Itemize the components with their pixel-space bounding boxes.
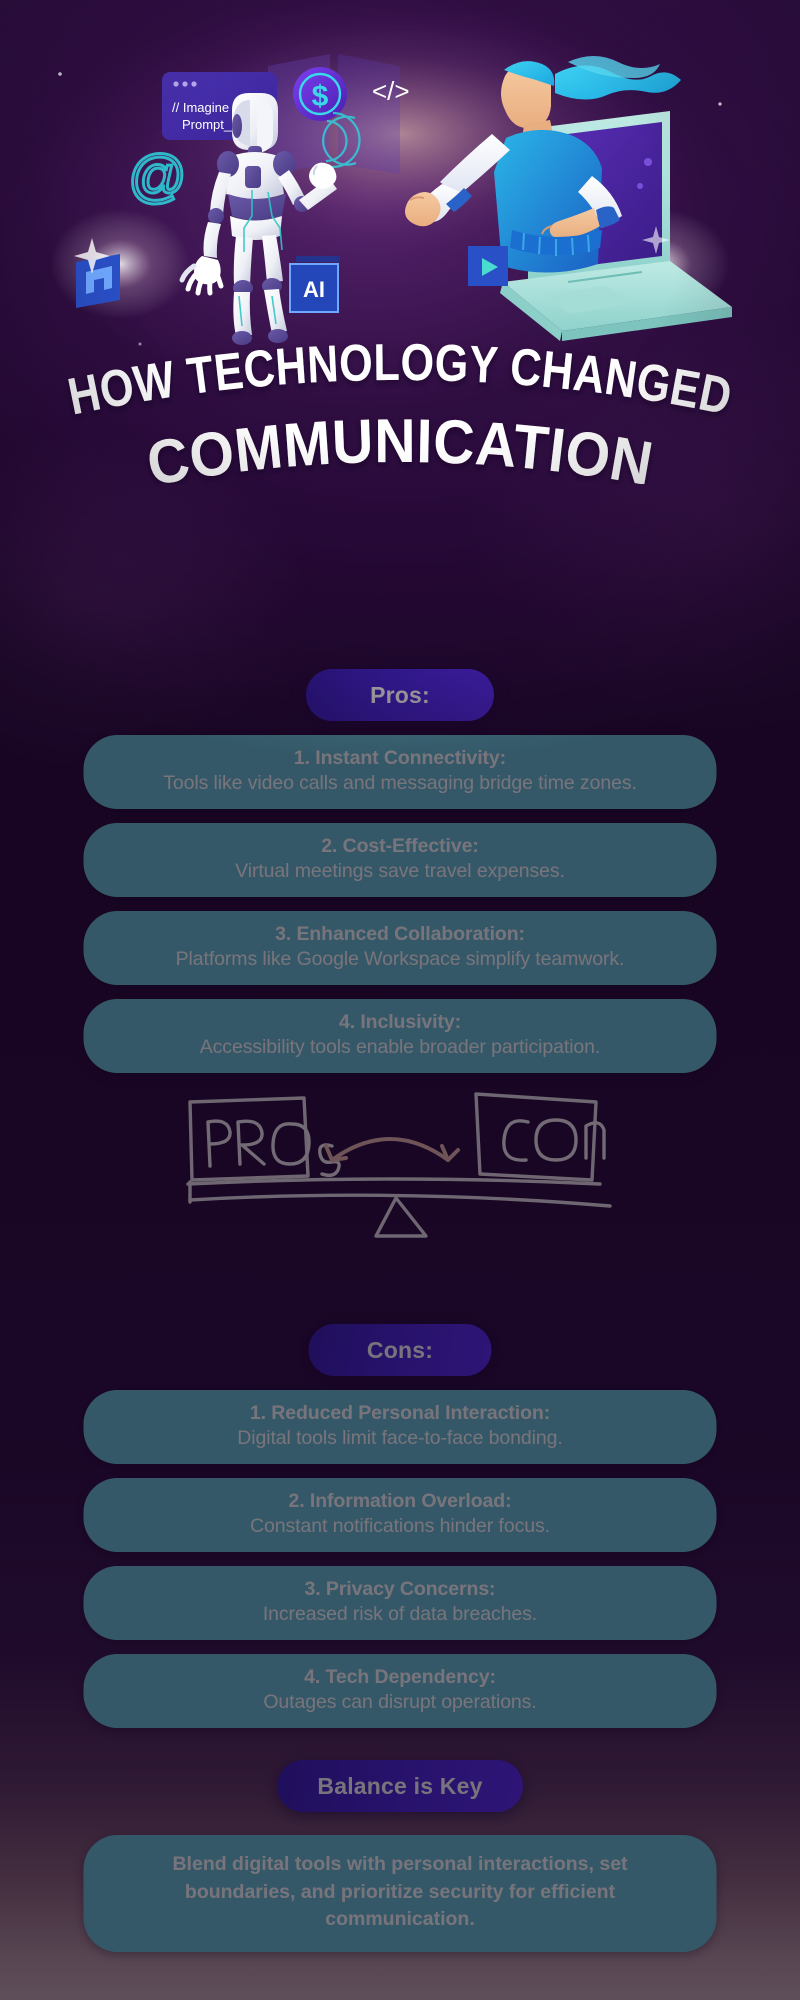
cons-card-3-title: 3. Privacy Concerns:	[304, 1578, 496, 1600]
conclusion-badge-label: Balance is Key	[317, 1772, 483, 1799]
cons-card-1-title: 1. Reduced Personal Interaction:	[249, 1402, 551, 1424]
pros-card-1: 1. Instant Connectivity: Tools like vide…	[83, 735, 717, 810]
pros-badge-label: Pros:	[370, 681, 430, 708]
scale-left-label	[206, 1119, 341, 1178]
pros-card-1-title: 1. Instant Connectivity:	[293, 747, 507, 769]
pros-card-4-desc: Accessibility tools enable broader parti…	[199, 1035, 601, 1058]
svg-text:Prompt__: Prompt__	[182, 117, 239, 132]
pros-card-3-title: 3. Enhanced Collaboration:	[275, 923, 525, 945]
pros-card-2: 2. Cost-Effective: Virtual meetings save…	[83, 823, 717, 898]
title-line-2: COMMUNICATION	[142, 407, 658, 484]
cons-card-3: 3. Privacy Concerns: Increased risk of d…	[83, 1566, 717, 1641]
exchange-arrow-icon	[324, 1137, 460, 1162]
infographic-poster: // Imagine Prompt__ @ $ </> AI HOW TECHN…	[0, 0, 800, 2000]
pros-card-1-desc: Tools like video calls and messaging bri…	[163, 771, 637, 794]
cons-card-4-title: 4. Tech Dependency:	[304, 1666, 496, 1688]
cons-card-1-desc: Digital tools limit face-to-face bonding…	[237, 1426, 563, 1449]
pros-card-2-title: 2. Cost-Effective:	[321, 835, 479, 857]
cons-card-2-title: 2. Information Overload:	[288, 1490, 512, 1512]
cons-card-3-desc: Increased risk of data breaches.	[262, 1602, 538, 1625]
scale-right-label	[502, 1118, 606, 1162]
code-brackets-icon: </>	[372, 76, 410, 106]
page-title: HOW TECHNOLOGY CHANGED COMMUNICATION	[0, 334, 800, 484]
svg-text:COMMUNICATION: COMMUNICATION	[142, 407, 658, 484]
conclusion-text: Blend digital tools with personal intera…	[172, 1853, 628, 1931]
play-tile-icon	[468, 246, 508, 286]
cons-card-4-desc: Outages can disrupt operations.	[263, 1690, 537, 1713]
conclusion-card: Blend digital tools with personal intera…	[83, 1835, 717, 1953]
cons-badge-label: Cons:	[366, 1336, 434, 1363]
conclusion-badge: Balance is Key	[277, 1760, 523, 1812]
pros-card-3: 3. Enhanced Collaboration: Platforms lik…	[83, 911, 717, 986]
svg-text:$: $	[312, 80, 329, 113]
svg-text:</>: </>	[372, 76, 410, 106]
pros-badge: Pros:	[306, 669, 494, 721]
cons-card-2: 2. Information Overload: Constant notifi…	[83, 1478, 717, 1553]
ai-badge-icon: AI	[289, 256, 340, 313]
pros-card-3-desc: Platforms like Google Workspace simplify…	[175, 947, 625, 970]
svg-text:// Imagine: // Imagine	[172, 100, 229, 115]
svg-text:@: @	[128, 144, 187, 209]
pros-card-4: 4. Inclusivity: Accessibility tools enab…	[83, 999, 717, 1074]
app-tile-icon	[76, 254, 120, 308]
at-symbol-icon: @	[127, 143, 189, 211]
svg-text:AI: AI	[303, 277, 325, 302]
cons-card-4: 4. Tech Dependency: Outages can disrupt …	[83, 1654, 717, 1729]
pros-card-2-desc: Virtual meetings save travel expenses.	[235, 859, 565, 882]
hero-illustration: // Imagine Prompt__ @ $ </> AI	[0, 14, 800, 364]
cons-card-1: 1. Reduced Personal Interaction: Digital…	[83, 1390, 717, 1465]
cons-card-2-desc: Constant notifications hinder focus.	[250, 1514, 550, 1537]
balance-scale-illustration	[180, 1088, 620, 1248]
cons-badge: Cons:	[308, 1324, 492, 1376]
pros-card-4-title: 4. Inclusivity:	[338, 1011, 462, 1033]
